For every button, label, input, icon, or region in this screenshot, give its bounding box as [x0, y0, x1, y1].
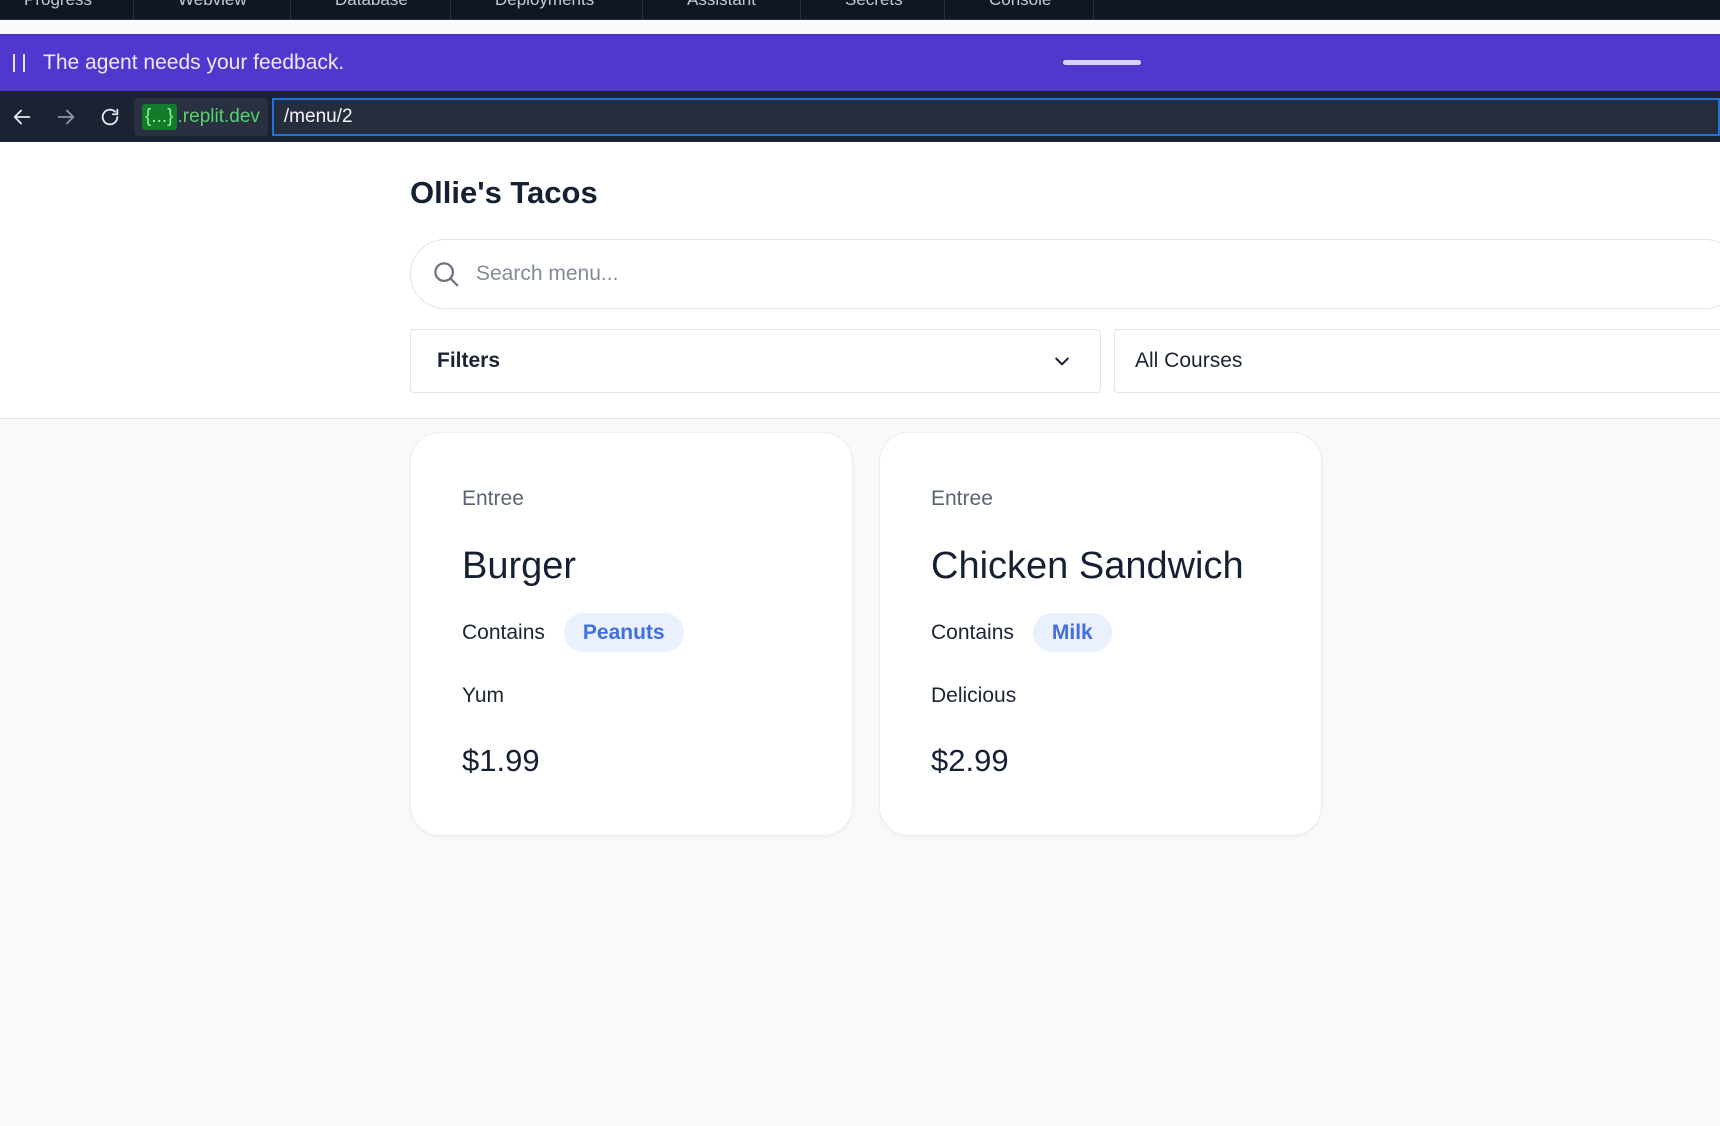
terminal-icon [965, 0, 975, 8]
chevron-down-icon [1055, 357, 1069, 366]
item-price: $1.99 [462, 743, 540, 778]
tab-label: Assistant [687, 0, 756, 9]
allergen-row: Contains Peanuts [462, 613, 684, 652]
resize-handle[interactable] [1063, 60, 1141, 65]
domain-suffix: .replit.dev [177, 105, 260, 127]
item-description: Delicious [931, 684, 1017, 707]
database-icon [311, 0, 321, 8]
assistant-icon [663, 0, 673, 8]
tab-label: Database [335, 0, 408, 9]
filters-dropdown[interactable]: Filters [410, 329, 1101, 393]
reload-button[interactable] [88, 91, 132, 142]
arrow-left-icon [13, 109, 31, 124]
rocket-icon [471, 0, 481, 8]
tab-label: Webview [178, 0, 247, 9]
tab-label: Progress [24, 0, 92, 9]
tab-console[interactable]: Console [945, 0, 1094, 19]
course-select-value: All Courses [1135, 349, 1243, 372]
feedback-banner[interactable]: The agent needs your feedback. [0, 34, 1720, 91]
tab-assistant[interactable]: Assistant [643, 0, 801, 19]
list-icon [0, 0, 10, 8]
webview-address-bar: {...} .replit.dev /menu/2 [0, 91, 1720, 142]
item-description: Yum [462, 684, 505, 707]
tab-label: Console [989, 0, 1051, 9]
globe-icon [154, 0, 164, 8]
tab-webview[interactable]: Webview [134, 0, 291, 19]
allergen-badge: Milk [1032, 613, 1112, 652]
course-select[interactable]: All Courses [1114, 329, 1720, 393]
menu-header-section: Ollie's Tacos Filters All Courses [0, 142, 1720, 419]
page-title: Ollie's Tacos [410, 175, 598, 210]
lock-icon [821, 0, 831, 8]
search-input[interactable] [476, 262, 1076, 286]
contains-label: Contains [931, 620, 1014, 644]
tab-label: Secrets [845, 0, 903, 9]
domain-variable: {...} [142, 103, 177, 130]
item-price: $2.99 [931, 743, 1009, 778]
tab-secrets[interactable]: Secrets [801, 0, 945, 19]
arrow-right-icon [57, 109, 75, 124]
back-button[interactable] [0, 91, 44, 142]
item-name: Burger [462, 545, 577, 587]
domain-pill[interactable]: {...} .replit.dev [134, 97, 268, 136]
course-label: Entree [462, 487, 524, 510]
tab-deployments[interactable]: Deployments [451, 0, 643, 19]
tab-progress[interactable]: Progress [0, 0, 134, 19]
allergen-row: Contains Milk [931, 613, 1112, 652]
tab-database[interactable]: Database [291, 0, 451, 19]
workspace-tab-strip: Progress Webview Database Deployments As… [0, 0, 1720, 20]
course-label: Entree [931, 487, 993, 510]
search-icon [434, 262, 459, 287]
allergen-badge: Peanuts [563, 613, 684, 652]
menu-item-card[interactable]: Entree Burger Contains Peanuts Yum $1.99 [410, 432, 853, 836]
url-path-input[interactable]: /menu/2 [271, 97, 1720, 136]
menu-item-card[interactable]: Entree Chicken Sandwich Contains Milk De… [879, 432, 1322, 836]
item-name: Chicken Sandwich [931, 545, 1244, 587]
drag-grip-icon[interactable] [13, 53, 25, 72]
reload-icon [101, 108, 119, 125]
tab-label: Deployments [495, 0, 594, 9]
search-bar[interactable] [410, 239, 1720, 309]
contains-label: Contains [462, 620, 545, 644]
filters-label: Filters [437, 349, 501, 372]
banner-message: The agent needs your feedback. [43, 50, 345, 74]
forward-button[interactable] [44, 91, 88, 142]
